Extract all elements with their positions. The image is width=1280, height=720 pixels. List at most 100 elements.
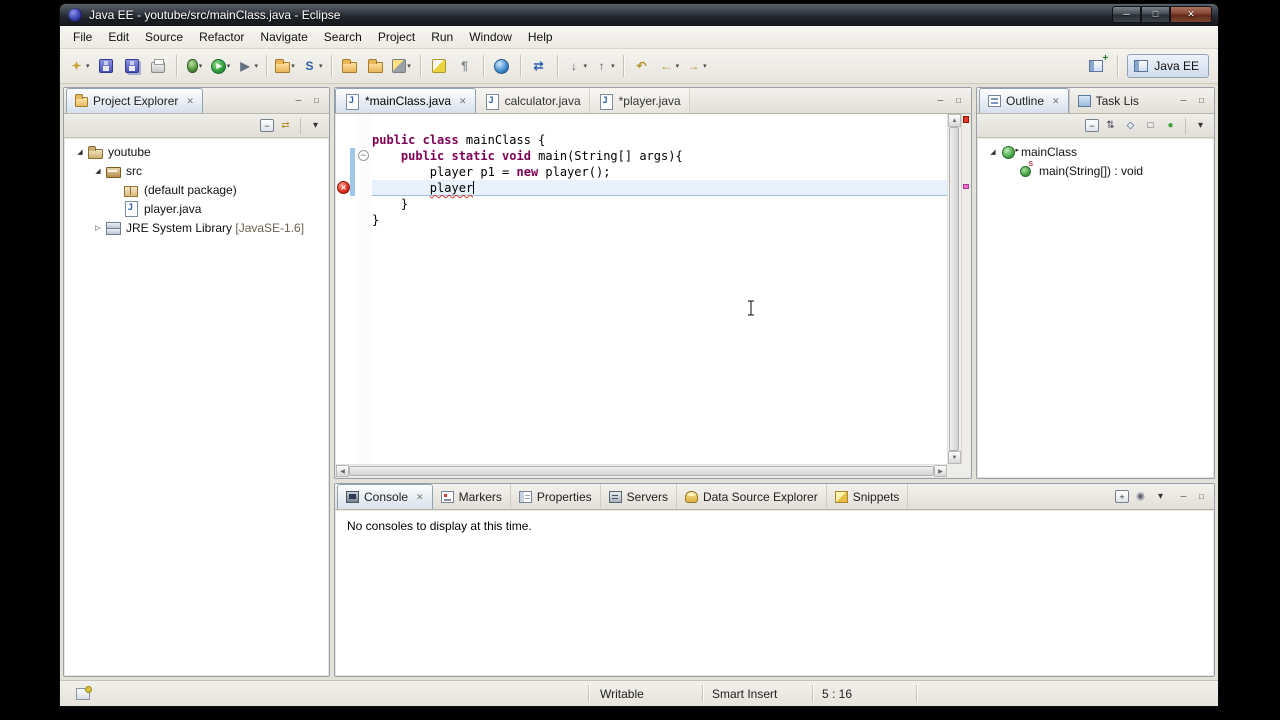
code-area[interactable]: public class mainClass { public static v… <box>372 114 947 464</box>
hide-fields-button[interactable]: ◇ <box>1122 117 1139 134</box>
synchronize-button[interactable]: ⇄ <box>527 53 551 79</box>
save-all-button[interactable] <box>120 53 144 79</box>
menu-edit[interactable]: Edit <box>100 27 137 47</box>
project-item-jre-system-library[interactable]: ▷ JRE System Library [JavaSE-1.6] <box>65 218 328 237</box>
next-annotation-button[interactable]: ↓ ▾ <box>564 53 590 79</box>
open-perspective-button[interactable] <box>1084 53 1108 79</box>
outline-tab[interactable]: Outline ✕ <box>979 88 1069 113</box>
horizontal-scrollbar-thumb[interactable] <box>349 466 934 476</box>
project-item-src[interactable]: ◢ src <box>65 161 328 180</box>
hide-non-public-members-button[interactable]: ● <box>1162 117 1179 134</box>
collapse-all-button[interactable]: − <box>260 119 274 132</box>
scroll-left-button[interactable]: ◀ <box>336 465 349 477</box>
vertical-scrollbar-thumb[interactable] <box>949 127 959 451</box>
close-icon[interactable]: ✕ <box>416 492 424 503</box>
pin-console-button[interactable]: ◉ <box>1132 488 1149 505</box>
debug-button[interactable]: ▾ <box>183 53 207 79</box>
project-explorer-minimize-button[interactable]: ─ <box>290 93 307 108</box>
collapse-fold-icon[interactable]: − <box>358 150 369 161</box>
expand-arrow-icon[interactable]: ▷ <box>91 224 105 232</box>
view-menu-button[interactable]: ▾ <box>1192 117 1209 134</box>
menu-source[interactable]: Source <box>137 27 191 47</box>
code-line-2[interactable]: public static void main(String[] args){ <box>372 148 947 164</box>
link-with-editor-button[interactable]: ⇄ <box>277 117 294 134</box>
editor-canvas[interactable]: ✕ − public class mainClass { public stat… <box>336 114 970 477</box>
menu-navigate[interactable]: Navigate <box>252 27 315 47</box>
mark-occurrences-button[interactable] <box>427 53 451 79</box>
close-icon[interactable]: ✕ <box>186 96 194 107</box>
horizontal-scrollbar[interactable]: ◀ ▶ <box>336 464 947 477</box>
console-tab-markers[interactable]: Markers <box>433 484 511 509</box>
code-line-1[interactable]: public class mainClass { <box>372 132 947 148</box>
collapse-all-button[interactable]: − <box>1085 119 1099 132</box>
menu-window[interactable]: Window <box>461 27 520 47</box>
titlebar[interactable]: Java EE - youtube/src/mainClass.java - E… <box>60 4 1218 26</box>
console-tab-servers[interactable]: Servers <box>601 484 677 509</box>
console-tab-properties[interactable]: Properties <box>511 484 601 509</box>
code-line-3[interactable]: player p1 = new player(); <box>372 164 947 180</box>
outline-minimize-button[interactable]: ─ <box>1175 93 1192 108</box>
open-web-browser-button[interactable] <box>490 53 514 79</box>
view-menu-button[interactable]: ▾ <box>1152 488 1169 505</box>
menu-refactor[interactable]: Refactor <box>191 27 252 47</box>
run-external-tools-button[interactable]: ▶ ▾ <box>235 53 261 79</box>
menu-file[interactable]: File <box>65 27 100 47</box>
scroll-down-button[interactable]: ▼ <box>948 451 961 464</box>
project-item-player-java[interactable]: player.java <box>65 199 328 218</box>
vertical-scrollbar[interactable]: ▲ ▼ <box>947 114 961 464</box>
hide-static-members-button[interactable]: □ <box>1142 117 1159 134</box>
outline-item-mainclass[interactable]: ◢ mainClass <box>978 142 1213 161</box>
editor-tab-calculator-java[interactable]: calculator.java <box>475 89 590 113</box>
error-marker-icon[interactable]: ✕ <box>337 181 350 194</box>
perspective-java-ee-button[interactable]: Java EE <box>1127 54 1209 78</box>
project-item-youtube[interactable]: ◢ youtube <box>65 142 328 161</box>
previous-annotation-button[interactable]: ↑ ▾ <box>591 53 617 79</box>
menu-project[interactable]: Project <box>370 27 423 47</box>
print-button[interactable] <box>146 53 170 79</box>
project-item-default-package[interactable]: (default package) <box>65 180 328 199</box>
close-icon[interactable]: ✕ <box>459 96 467 107</box>
collapse-arrow-icon[interactable]: ◢ <box>986 148 1000 156</box>
run-button[interactable]: ▶ ▾ <box>209 53 233 79</box>
new-dynamic-web-project-button[interactable]: ▾ <box>273 53 297 79</box>
editor-tab-player-java[interactable]: *player.java <box>589 89 690 113</box>
menu-run[interactable]: Run <box>423 27 461 47</box>
console-tab-console[interactable]: Console ✕ <box>337 484 433 509</box>
overview-error-marker[interactable] <box>963 116 969 123</box>
code-line-6[interactable]: } <box>372 212 947 228</box>
console-maximize-button[interactable]: □ <box>1193 489 1210 504</box>
collapse-arrow-icon[interactable]: ◢ <box>91 167 105 175</box>
console-tab-data-source-explorer[interactable]: Data Source Explorer <box>677 484 827 509</box>
code-line-4[interactable]: player <box>372 180 947 196</box>
open-resource-button[interactable] <box>364 53 388 79</box>
console-tab-snippets[interactable]: Snippets <box>827 484 909 509</box>
scroll-up-button[interactable]: ▲ <box>948 114 961 127</box>
back-button[interactable]: ← ▾ <box>656 53 682 79</box>
forward-button[interactable]: → ▾ <box>683 53 709 79</box>
maximize-button[interactable]: □ <box>1141 6 1170 23</box>
close-icon[interactable]: ✕ <box>1052 96 1060 107</box>
outline-item-main-string-void[interactable]: main(String[]) : void <box>978 161 1213 180</box>
editor-tab-mainclass-java[interactable]: *mainClass.java ✕ <box>335 88 476 113</box>
show-whitespace-button[interactable]: ¶ <box>453 53 477 79</box>
editor-minimize-button[interactable]: ─ <box>932 93 949 108</box>
menu-help[interactable]: Help <box>520 27 561 47</box>
code-line-5[interactable]: } <box>372 196 947 212</box>
sort-button[interactable]: ⇅ <box>1102 117 1119 134</box>
task-list-tab[interactable]: Task Lis <box>1068 88 1147 113</box>
overview-occurrence-marker[interactable] <box>963 184 969 189</box>
scroll-right-button[interactable]: ▶ <box>934 465 947 477</box>
view-menu-button[interactable]: ▾ <box>307 117 324 134</box>
new-servlet-button[interactable]: S ▾ <box>299 53 325 79</box>
new-wizard-button[interactable]: ✦ ▾ <box>66 53 92 79</box>
project-explorer-tab[interactable]: Project Explorer ✕ <box>66 88 203 113</box>
console-minimize-button[interactable]: ─ <box>1175 489 1192 504</box>
close-button[interactable]: ✕ <box>1170 6 1212 23</box>
search-button[interactable]: ▾ <box>390 53 414 79</box>
menu-search[interactable]: Search <box>316 27 370 47</box>
outline-maximize-button[interactable]: □ <box>1193 93 1210 108</box>
project-explorer-maximize-button[interactable]: □ <box>308 93 325 108</box>
open-type-button[interactable] <box>338 53 362 79</box>
minimize-button[interactable]: ─ <box>1112 6 1141 23</box>
collapse-arrow-icon[interactable]: ◢ <box>73 148 87 156</box>
